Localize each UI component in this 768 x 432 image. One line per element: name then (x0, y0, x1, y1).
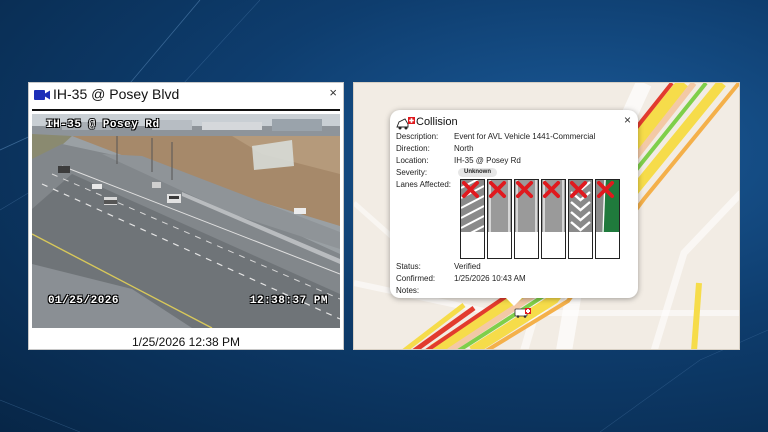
severity-badge: Unknown (458, 168, 497, 177)
location-label: Location: (396, 156, 429, 165)
confirmed-value: 1/25/2026 10:43 AM (454, 274, 526, 283)
feed-overlay-date: 01/25/2026 (48, 295, 120, 307)
notes-label: Notes: (396, 286, 420, 295)
blocked-x-icon (461, 180, 480, 199)
popup-close-button[interactable]: × (624, 114, 631, 126)
camera-title: IH-35 @ Posey Blvd (53, 86, 180, 102)
description-label: Description: (396, 132, 439, 141)
incident-popup: Collision × Description: Event for AVL V… (390, 110, 638, 306)
direction-value: North (454, 144, 474, 153)
lane-travel-1 (487, 179, 512, 259)
lane-travel-2 (514, 179, 539, 259)
direction-label: Direction: (396, 144, 430, 153)
severity-label: Severity: (396, 168, 428, 177)
camera-close-button[interactable]: × (329, 86, 337, 99)
location-value: IH-35 @ Posey Rd (454, 156, 521, 165)
lanes-affected-label: Lanes Affected: (396, 180, 452, 189)
camera-panel: IH-35 @ Posey Blvd × IH-35 @ Posey Rd 01… (28, 82, 344, 350)
feed-overlay-time: 12:38:37 PM (249, 295, 328, 307)
lane-travel-3 (541, 179, 566, 259)
blocked-x-icon (596, 180, 615, 199)
status-value: Verified (454, 262, 481, 271)
lane-exit-chevron (568, 179, 593, 259)
status-label: Status: (396, 262, 421, 271)
blocked-x-icon (515, 180, 534, 199)
collision-car-icon (396, 117, 415, 130)
video-camera-icon (34, 90, 50, 100)
camera-header-divider (32, 109, 340, 111)
description-value: Event for AVL Vehicle 1441-Commercial (454, 132, 596, 141)
blocked-x-icon (488, 180, 507, 199)
feed-overlay-location: IH-35 @ Posey Rd (46, 119, 160, 131)
incident-title: Collision (416, 116, 458, 128)
blocked-x-icon (569, 180, 588, 199)
collision-marker-icon[interactable] (514, 306, 532, 318)
confirmed-label: Confirmed: (396, 274, 436, 283)
camera-feed-image[interactable]: IH-35 @ Posey Rd 01/25/2026 12:38:37 PM (32, 114, 340, 328)
lane-shoulder-right (595, 179, 620, 259)
lane-shoulder-left (460, 179, 485, 259)
blocked-x-icon (542, 180, 561, 199)
camera-timestamp: 1/25/2026 12:38 PM (131, 335, 241, 349)
camera-panel-header: IH-35 @ Posey Blvd × (29, 83, 343, 109)
map-panel[interactable]: Collision × Description: Event for AVL V… (353, 82, 740, 350)
